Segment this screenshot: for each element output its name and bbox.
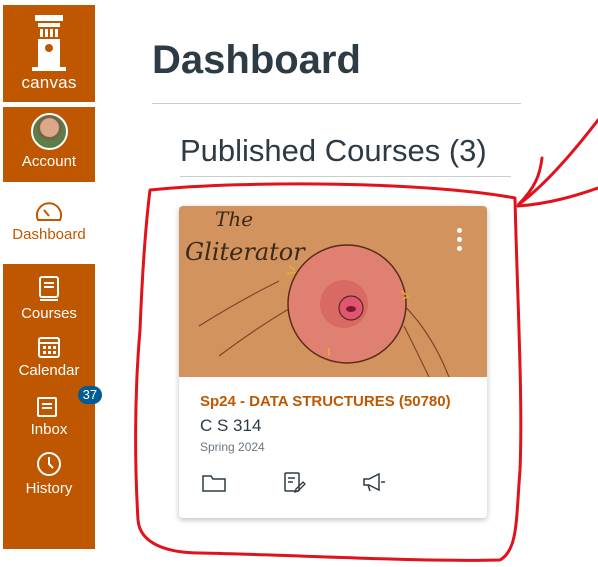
nav-label-inbox: Inbox	[30, 421, 68, 438]
nav-label-history: History	[25, 480, 73, 497]
course-card-code: C S 314	[200, 416, 262, 435]
nav-item-account[interactable]: Account	[3, 107, 95, 182]
course-drawing	[198, 244, 450, 378]
nav-item-history[interactable]: History	[25, 451, 73, 497]
canvas-logo-label: canvas	[21, 73, 77, 92]
inbox-unread-badge: 37	[77, 386, 103, 404]
nav-label-courses: Courses	[21, 305, 77, 322]
nav-item-inbox[interactable]: 37 Inbox	[30, 386, 103, 438]
tower-logo-icon	[32, 15, 66, 71]
folder-icon[interactable]	[201, 471, 227, 493]
nav-item-courses[interactable]: Courses	[21, 276, 77, 322]
course-card-image[interactable]: The Gliterator	[179, 206, 487, 378]
clock-icon	[36, 452, 61, 476]
nav-label-calendar: Calendar	[18, 362, 80, 379]
course-card-term: Spring 2024	[200, 440, 265, 454]
course-card-name[interactable]: Sp24 - DATA STRUCTURES (50780)	[200, 393, 451, 410]
page-title: Dashboard	[152, 38, 361, 82]
nav-label-dashboard: Dashboard	[12, 226, 86, 243]
section-divider	[180, 176, 511, 177]
nav-label-account: Account	[21, 153, 77, 170]
book-icon	[38, 276, 59, 301]
title-divider	[152, 103, 521, 104]
nav-group: Courses Calendar 37 Inbox History	[3, 264, 103, 549]
canvas-logo-link[interactable]: canvas	[3, 5, 95, 102]
calendar-icon	[38, 337, 60, 358]
section-title: Published Courses (3)	[180, 133, 487, 168]
course-card-actions	[201, 471, 387, 493]
nav-item-dashboard[interactable]: Dashboard	[3, 187, 95, 259]
inbox-icon	[36, 397, 57, 417]
course-card-options-icon[interactable]	[457, 228, 465, 255]
global-nav: canvas Account Dashboard Courses Calenda…	[0, 0, 103, 549]
dashboard-icon	[36, 202, 62, 221]
avatar	[30, 113, 68, 150]
announcements-icon[interactable]	[361, 471, 387, 493]
nav-item-calendar[interactable]: Calendar	[18, 335, 80, 379]
course-card[interactable]: The Gliterator Sp24 - DATA STRUCTURES (5…	[179, 206, 487, 518]
assignments-icon[interactable]	[281, 471, 307, 493]
